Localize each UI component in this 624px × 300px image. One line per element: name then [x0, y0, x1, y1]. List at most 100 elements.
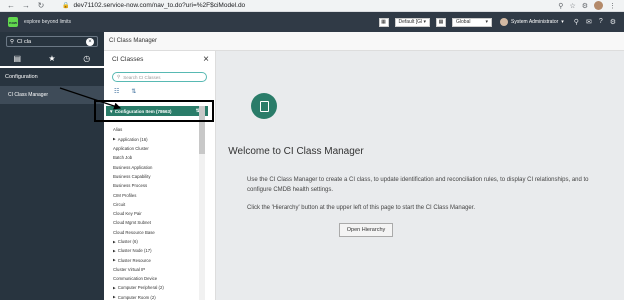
- ci-tools: ☷ ⇅: [104, 82, 215, 95]
- tree-item-label: Cluster Node (17): [117, 248, 152, 254]
- clear-filter-icon[interactable]: ×: [86, 37, 94, 46]
- filter-icon: ⚲: [10, 38, 15, 45]
- reload-icon[interactable]: ↻: [36, 1, 46, 10]
- tree-item-label: Business Application: [113, 164, 153, 170]
- tagline: explore beyond limits: [24, 19, 71, 25]
- tree-item[interactable]: ▶ Application (16): [105, 135, 205, 144]
- chevron-right-icon[interactable]: ▶: [113, 286, 116, 290]
- tree-item[interactable]: Cluster Virtual IP: [105, 265, 205, 274]
- tree-item[interactable]: Alias: [105, 125, 205, 134]
- open-hierarchy-button[interactable]: Open Hierarchy: [339, 223, 393, 237]
- tree-item[interactable]: ▶ Computer Room (2): [105, 293, 205, 300]
- ci-search-placeholder: Search CI Classes: [123, 74, 161, 80]
- profile-icon[interactable]: [594, 1, 603, 10]
- tree-item-label: Alias: [113, 127, 123, 133]
- tree-item-label: Cloud Resource Base: [113, 229, 155, 235]
- page-title: CI Class Manager: [104, 32, 624, 51]
- tree-item-label: Application (16): [117, 136, 148, 142]
- zoom-icon[interactable]: ⚲: [558, 2, 563, 10]
- nav-group-configuration[interactable]: Configuration: [0, 68, 104, 86]
- tree-item[interactable]: Cloud Mgmt Subnet: [105, 218, 205, 227]
- doc-icon: [251, 93, 277, 119]
- browser-toolbar: ← → ↻ 🔒 dev71102.service-now.com/nav_to.…: [0, 0, 624, 12]
- tree-item[interactable]: Communication Device: [105, 274, 205, 283]
- tree-item-label: Batch Job: [113, 155, 133, 161]
- hierarchy-icon[interactable]: ☷: [114, 88, 119, 95]
- ci-panel-header: CI Classes ×: [104, 51, 215, 68]
- favorites-tab[interactable]: ★: [35, 54, 70, 63]
- tree-item[interactable]: Cloud Resource Base: [105, 228, 205, 237]
- scope-icon[interactable]: ▦: [436, 17, 447, 27]
- update-set-icon[interactable]: ▦: [378, 17, 389, 27]
- tree-item-label: Cluster Resource: [117, 257, 151, 263]
- tree-scrollbar[interactable]: [199, 106, 205, 300]
- filter-input[interactable]: ⚲ CI cla ×: [6, 36, 98, 47]
- close-icon[interactable]: ×: [203, 54, 209, 65]
- chevron-right-icon[interactable]: ▶: [113, 240, 116, 244]
- scope-select[interactable]: Global ▾: [452, 17, 493, 27]
- welcome-paragraph-2: Click the 'Hierarchy' button at the uppe…: [247, 205, 476, 211]
- tree-item[interactable]: Business Capability: [105, 172, 205, 181]
- chevron-down-icon: ▾: [561, 19, 564, 25]
- tree-item[interactable]: ▶ Cluster Node (17): [105, 246, 205, 255]
- ci-panel-title: CI Classes: [112, 56, 144, 63]
- tree-item-label: Cluster (6): [117, 239, 138, 244]
- tree-item-label: Cloud Key Pair: [113, 211, 142, 217]
- filter-value: CI cla: [17, 38, 32, 45]
- history-tab[interactable]: ◷: [69, 54, 104, 63]
- tree-item-label: Computer Room (2): [117, 294, 156, 300]
- browser-actions: ⚲ ☆ ⚙ ⋮: [558, 1, 624, 10]
- tree-item-label: Circuit: [113, 201, 126, 207]
- lock-icon: 🔒: [62, 3, 70, 9]
- welcome-title: Welcome to CI Class Manager: [228, 146, 364, 157]
- tree-item[interactable]: Business Application: [105, 162, 205, 171]
- application-navigator: ⚲ CI cla × ▤ ★ ◷ Configuration CI Class …: [0, 32, 104, 300]
- search-icon[interactable]: ⚲: [574, 18, 579, 26]
- tree-item[interactable]: ▶ Cluster Resource: [105, 255, 205, 264]
- chevron-right-icon[interactable]: ▶: [113, 295, 116, 299]
- user-name: System Administrator: [511, 19, 559, 25]
- tree-item-label: Cloud Mgmt Subnet: [113, 220, 151, 226]
- sort-icon[interactable]: ⇅: [131, 88, 136, 95]
- highlight-box: [94, 100, 214, 122]
- connect-icon[interactable]: ✉: [586, 18, 592, 26]
- all-apps-tab[interactable]: ▤: [0, 54, 35, 63]
- forward-icon[interactable]: →: [21, 1, 31, 10]
- logo[interactable]: now: [8, 17, 18, 27]
- menu-icon[interactable]: ⋮: [609, 2, 616, 10]
- address-bar[interactable]: 🔒 dev71102.service-now.com/nav_to.do?uri…: [62, 0, 522, 11]
- ci-search-input[interactable]: ⚲ Search CI Classes: [112, 72, 207, 82]
- user-menu[interactable]: System Administrator ▾: [500, 18, 564, 26]
- tree-item[interactable]: Circuit: [105, 200, 205, 209]
- welcome-paragraph-1: Use the CI Class Manager to create a CI …: [247, 177, 589, 193]
- header-selects: ▦ Default [Gl ▾ ▦ Global ▾: [378, 17, 493, 27]
- tree-item[interactable]: Business Process: [105, 181, 205, 190]
- chevron-right-icon[interactable]: ▶: [113, 137, 116, 141]
- extension-icon[interactable]: ⚙: [582, 2, 588, 10]
- star-icon[interactable]: ☆: [569, 2, 575, 10]
- search-icon: ⚲: [117, 74, 121, 79]
- tree-item-label: Cluster Virtual IP: [113, 266, 146, 272]
- chevron-right-icon[interactable]: ▶: [113, 258, 116, 262]
- browser-nav: ← → ↻: [0, 1, 62, 10]
- app-header: now explore beyond limits ▦ Default [Gl …: [0, 12, 624, 32]
- navigator-tabs: ▤ ★ ◷: [0, 51, 104, 68]
- header-icons: ⚲ ✉ ? ⚙: [574, 18, 616, 26]
- settings-icon[interactable]: ⚙: [610, 18, 616, 26]
- nav-item-ci-class-manager[interactable]: CI Class Manager: [0, 86, 104, 104]
- tree-item[interactable]: CIM Profiles: [105, 190, 205, 199]
- url-text: dev71102.service-now.com/nav_to.do?uri=%…: [73, 2, 246, 9]
- back-icon[interactable]: ←: [6, 1, 16, 10]
- tree-item[interactable]: Cloud Key Pair: [105, 209, 205, 218]
- tree-item-label: CIM Profiles: [113, 192, 137, 198]
- chevron-right-icon[interactable]: ▶: [113, 249, 116, 253]
- tree-item[interactable]: ▶ Computer Peripheral (2): [105, 283, 205, 292]
- tree-item-label: Business Process: [113, 183, 148, 189]
- navigator-filter: ⚲ CI cla ×: [0, 32, 104, 51]
- help-icon[interactable]: ?: [599, 18, 603, 26]
- update-set-select[interactable]: Default [Gl ▾: [394, 17, 431, 27]
- tree-item-label: Computer Peripheral (2): [117, 285, 164, 291]
- tree-item[interactable]: ▶ Cluster (6): [105, 237, 205, 246]
- tree-item-label: Application Cluster: [113, 146, 149, 152]
- tree-item-label: Communication Device: [113, 276, 158, 282]
